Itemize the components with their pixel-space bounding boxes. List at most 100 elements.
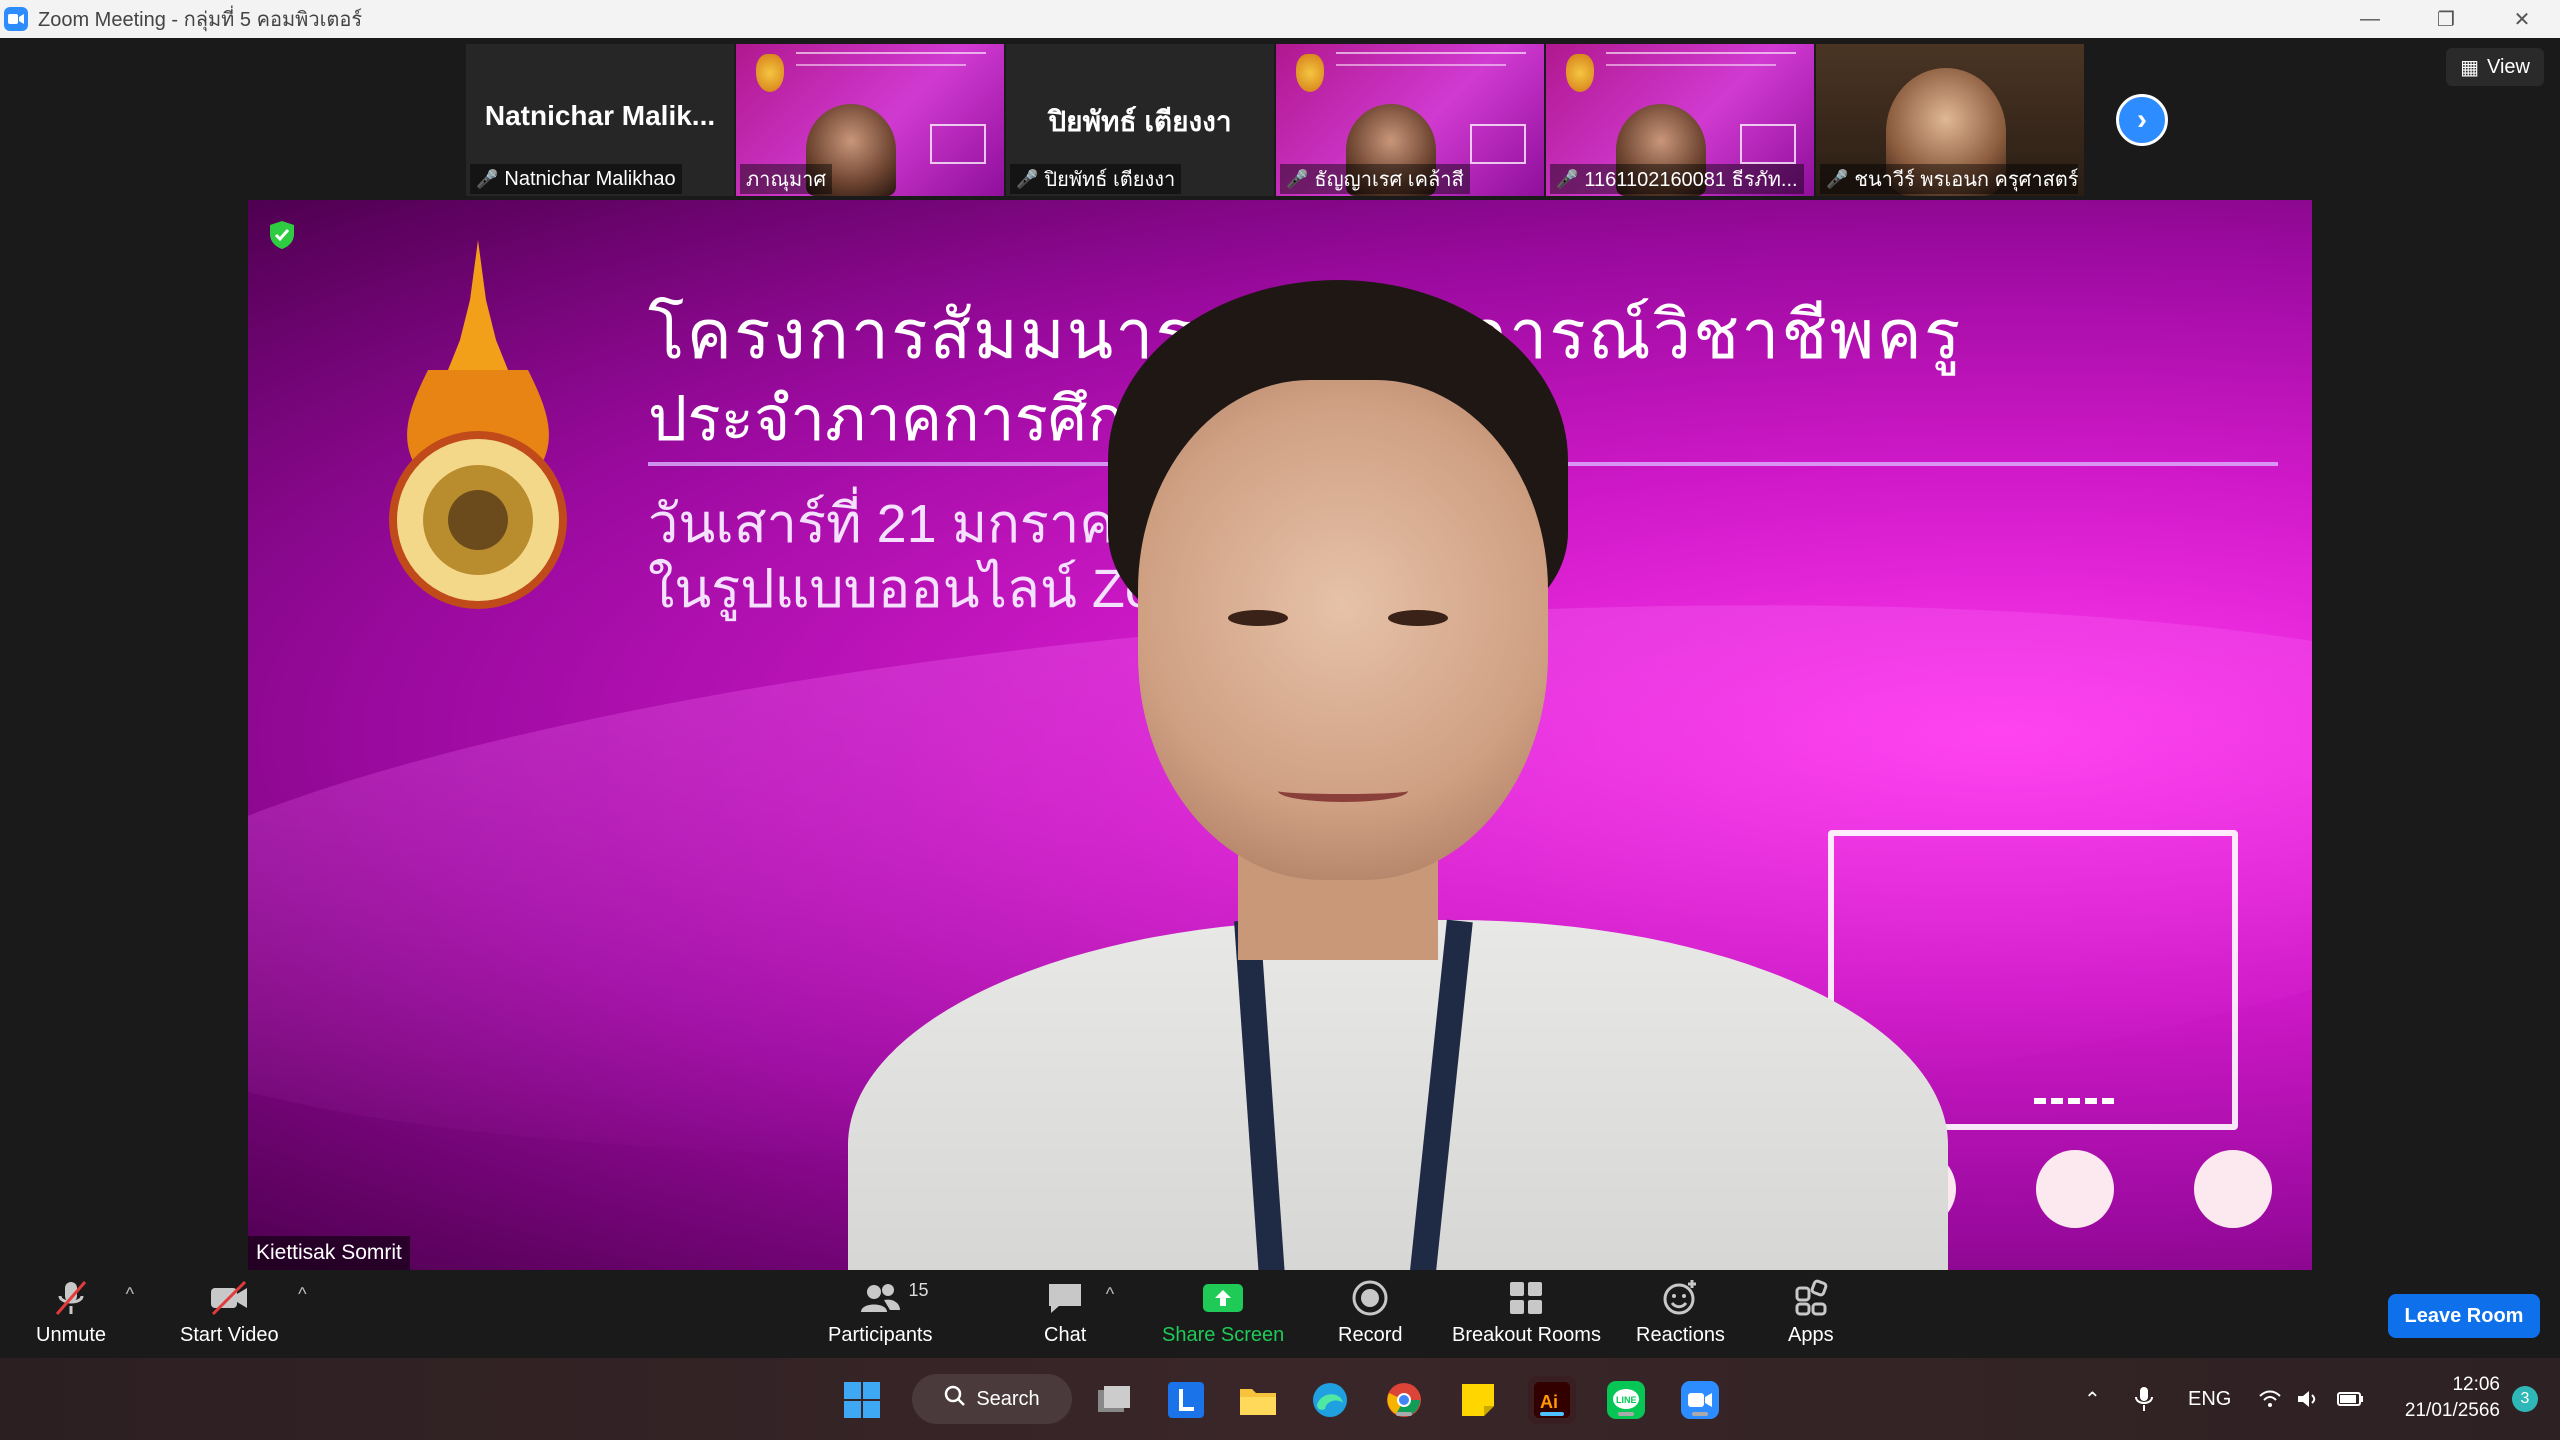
start-video-label: Start Video (180, 1324, 279, 1346)
chevron-right-icon: › (2137, 103, 2147, 136)
participant-name: Natnichar Malikhao (504, 167, 676, 190)
reactions-button[interactable]: Reactions (1636, 1278, 1725, 1354)
muted-mic-icon: 🎤 (1826, 168, 1849, 189)
participant-name: ชนาวีร์ พรเอนก ครุศาสตร์... (1854, 169, 2078, 191)
slide-emblem-icon (1296, 54, 1324, 92)
participants-button[interactable]: Participants 15 (828, 1278, 933, 1354)
speaker-name-tag: Kiettisak Somrit (248, 1236, 410, 1270)
unmute-label: Unmute (36, 1324, 107, 1346)
slide-board-icon (930, 124, 986, 164)
participant-name: ภาณุมาศ (746, 169, 827, 191)
window-title: Zoom Meeting - กลุ่มที่ 5 คอมพิวเตอร์ (38, 9, 363, 31)
taskbar-clock[interactable]: 12:06 21/01/2566 (2405, 1372, 2500, 1424)
restore-button[interactable]: ❐ (2408, 0, 2484, 38)
next-page-button[interactable]: › (2116, 94, 2168, 146)
illustrator-icon[interactable]: Ai (1528, 1376, 1576, 1424)
view-button[interactable]: ▦ View (2446, 48, 2544, 86)
participant-name-tag: 🎤 ชนาวีร์ พรเอนก ครุศาสตร์... (1820, 164, 2078, 194)
battery-icon[interactable] (2336, 1358, 2366, 1440)
speaker-person (848, 280, 1948, 1270)
active-indicator (1540, 1412, 1564, 1416)
participant-display-name: Natnichar Malik... (484, 100, 716, 131)
edge-browser-icon[interactable] (1306, 1376, 1354, 1424)
close-button[interactable]: ✕ (2484, 0, 2560, 38)
university-emblem-icon (389, 240, 567, 609)
minimize-button[interactable]: — (2332, 0, 2408, 38)
taskbar-search-button[interactable]: Search (912, 1374, 1072, 1424)
breakout-rooms-icon (1506, 1278, 1546, 1318)
slide-board-icon (1740, 124, 1796, 164)
search-label: Search (976, 1387, 1040, 1410)
participant-tile[interactable]: Natnichar Malik... 🎤 Natnichar Malikhao (466, 44, 734, 196)
zoom-icon (4, 7, 28, 31)
wifi-icon[interactable] (2258, 1358, 2282, 1440)
muted-mic-icon: 🎤 (1286, 168, 1309, 189)
language-indicator[interactable]: ENG (2188, 1358, 2231, 1440)
participant-display-name: ปิยพัทธ์ เตียงงา (1048, 106, 1232, 137)
security-shield-icon (268, 220, 296, 250)
participant-tile[interactable]: 🎤 1161102160081 ธีรภัท... (1546, 44, 1814, 196)
participant-name-tag: 🎤 Natnichar Malikhao (470, 164, 682, 194)
window-controls: — ❐ ✕ (2332, 0, 2560, 38)
sticky-notes-icon[interactable] (1454, 1376, 1502, 1424)
windows-start-icon[interactable] (838, 1376, 886, 1424)
chevron-up-icon[interactable]: ^ (1106, 1284, 1114, 1305)
lumen-app-icon[interactable] (1162, 1376, 1210, 1424)
video-off-icon (207, 1278, 251, 1318)
participant-name: 1161102160081 ธีรภัท... (1584, 169, 1798, 191)
windows-taskbar: Search Ai LINE ⌃ ENG 12:06 21/01/2566 3 (0, 1358, 2560, 1440)
participant-thumbnail-strip: Natnichar Malik... 🎤 Natnichar Malikhao … (466, 44, 2084, 196)
running-indicator (1692, 1412, 1708, 1416)
chevron-up-icon: ⌃ (2084, 1388, 2101, 1411)
show-hidden-icons-button[interactable]: ⌃ (2084, 1358, 2101, 1440)
participant-name-tag: 🎤 1161102160081 ธีรภัท... (1550, 164, 1804, 194)
file-explorer-icon[interactable] (1234, 1376, 1282, 1424)
leave-room-button[interactable]: Leave Room (2388, 1294, 2540, 1338)
chrome-browser-icon[interactable] (1380, 1376, 1428, 1424)
chevron-up-icon[interactable]: ^ (126, 1284, 134, 1305)
grid-icon: ▦ (2460, 56, 2479, 79)
participant-tile[interactable]: ปิยพัทธ์ เตียงงา 🎤 ปิยพัทธ์ เตียงงา (1006, 44, 1274, 196)
muted-mic-icon: 🎤 (1556, 168, 1579, 189)
clock-date: 21/01/2566 (2404, 1400, 2500, 1421)
share-screen-button[interactable]: Share Screen (1162, 1278, 1284, 1354)
window-titlebar: Zoom Meeting - กลุ่มที่ 5 คอมพิวเตอร์ — … (0, 0, 2560, 38)
task-view-icon[interactable] (1090, 1376, 1138, 1424)
meeting-toolbar: Unmute ^ Start Video ^ Participants 15 C… (0, 1270, 2560, 1358)
participant-tile[interactable]: 🎤 ธัญญาเรศ เคล้าสี (1276, 44, 1544, 196)
slide-board-icon (1470, 124, 1526, 164)
chevron-up-icon[interactable]: ^ (298, 1284, 306, 1305)
running-indicator (1396, 1412, 1412, 1416)
participant-name: ธัญญาเรศ เคล้าสี (1314, 169, 1464, 191)
participant-name-tag: 🎤 ธัญญาเรศ เคล้าสี (1280, 164, 1470, 194)
apps-button[interactable]: Apps (1788, 1278, 1834, 1354)
zoom-app-icon[interactable] (1676, 1376, 1724, 1424)
breakout-rooms-button[interactable]: Breakout Rooms (1452, 1278, 1601, 1354)
breakout-rooms-label: Breakout Rooms (1452, 1324, 1601, 1346)
line-app-icon[interactable]: LINE (1602, 1376, 1650, 1424)
mic-muted-icon (51, 1278, 91, 1318)
chat-button[interactable]: Chat ^ (1044, 1278, 1114, 1354)
share-screen-icon (1201, 1278, 1245, 1318)
chat-icon (1045, 1278, 1085, 1318)
participant-tile[interactable]: ภาณุมาศ (736, 44, 1004, 196)
slide-text-lines (1336, 52, 1526, 82)
reactions-label: Reactions (1636, 1324, 1725, 1346)
participants-count: 15 (908, 1280, 929, 1300)
slide-text-lines (796, 52, 986, 82)
main-speaker-video[interactable]: โครงการสัมมนาระห ระสบการณ์วิชาชีพครู ประ… (248, 200, 2312, 1270)
unmute-button[interactable]: Unmute ^ (36, 1278, 134, 1354)
clock-time: 12:06 (2452, 1374, 2500, 1395)
running-indicator (1618, 1412, 1634, 1416)
volume-icon[interactable] (2296, 1358, 2320, 1440)
apps-label: Apps (1788, 1324, 1834, 1346)
participant-tile[interactable]: 🎤 ชนาวีร์ พรเอนก ครุศาสตร์... (1816, 44, 2084, 196)
microphone-tray-icon[interactable] (2134, 1358, 2154, 1440)
record-button[interactable]: Record (1338, 1278, 1402, 1354)
start-video-button[interactable]: Start Video ^ (180, 1278, 307, 1354)
notification-badge[interactable]: 3 (2512, 1386, 2538, 1412)
slide-emblem-icon (1566, 54, 1594, 92)
participants-icon (858, 1278, 902, 1318)
share-screen-label: Share Screen (1162, 1324, 1285, 1346)
record-icon (1350, 1278, 1390, 1318)
